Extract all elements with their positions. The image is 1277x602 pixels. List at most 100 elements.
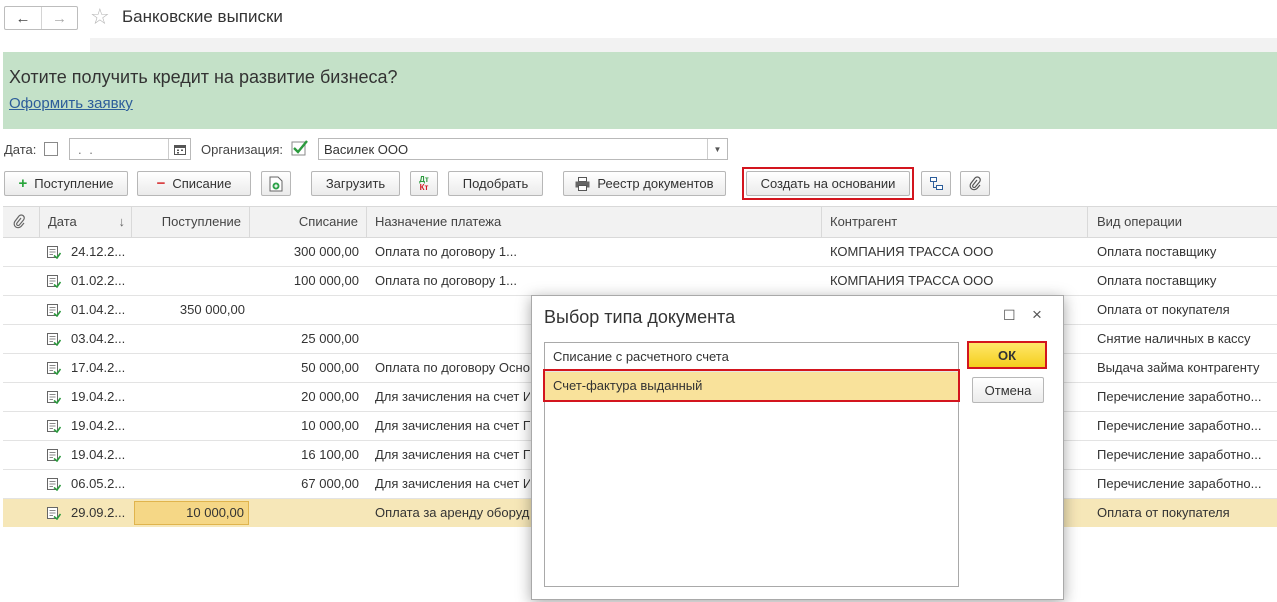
column-receipt[interactable]: Поступление — [132, 206, 250, 238]
plus-icon: + — [18, 175, 28, 192]
organization-value: Василек ООО — [324, 142, 409, 157]
cell-purpose[interactable]: Для зачисления на счет И — [375, 470, 530, 498]
table-row[interactable]: 01.02.2... 100 000,00 Оплата по договору 1… — [3, 267, 1277, 296]
cell-date[interactable]: 24.12.2... — [71, 238, 133, 266]
cell-purpose[interactable] — [375, 296, 530, 324]
table-row[interactable]: 24.12.2... 300 000,00 Оплата по договору 1… — [3, 238, 1277, 267]
back-arrow-icon[interactable]: ← — [5, 7, 41, 29]
cell-operation[interactable]: Оплата поставщику — [1097, 238, 1275, 266]
selected-item-highlight — [543, 369, 960, 402]
kt-text: Кт — [419, 182, 429, 192]
select-button[interactable]: Подобрать — [448, 171, 543, 196]
copy-document-icon — [269, 176, 283, 191]
cell-date[interactable]: 17.04.2... — [71, 354, 133, 382]
cell-receipt[interactable] — [134, 470, 245, 498]
receipt-button[interactable]: + Поступление — [4, 171, 128, 196]
cell-counterparty[interactable]: КОМПАНИЯ ТРАССА ООО — [830, 267, 1085, 295]
cell-operation[interactable]: Перечисление заработно... — [1097, 470, 1275, 498]
writeoff-button[interactable]: − Списание — [137, 171, 251, 196]
column-date[interactable]: Дата ↓ — [40, 206, 132, 238]
cell-writeoff[interactable]: 100 000,00 — [252, 267, 359, 295]
cell-purpose[interactable] — [375, 325, 530, 353]
column-purpose[interactable]: Назначение платежа — [367, 206, 822, 238]
cell-date[interactable]: 19.04.2... — [71, 441, 133, 469]
cell-date[interactable]: 01.02.2... — [71, 267, 133, 295]
cell-operation[interactable]: Снятие наличных в кассу — [1097, 325, 1275, 353]
cell-receipt[interactable] — [134, 325, 245, 353]
apply-link[interactable]: Оформить заявку — [9, 95, 133, 112]
document-posted-icon — [47, 362, 62, 376]
cell-receipt[interactable] — [134, 267, 245, 295]
column-operation[interactable]: Вид операции — [1088, 206, 1277, 238]
column-writeoff[interactable]: Списание — [250, 206, 367, 238]
create-based-on-label: Создать на основании — [760, 176, 896, 191]
cell-writeoff[interactable]: 300 000,00 — [252, 238, 359, 266]
cell-operation[interactable]: Перечисление заработно... — [1097, 383, 1275, 411]
cell-operation[interactable]: Оплата поставщику — [1097, 267, 1275, 295]
documents-registry-button[interactable]: Реестр документов — [563, 171, 726, 196]
attachments-button[interactable] — [960, 171, 990, 196]
cell-writeoff[interactable]: 67 000,00 — [252, 470, 359, 498]
cell-receipt[interactable]: 350 000,00 — [134, 296, 245, 324]
cell-purpose[interactable]: Для зачисления на счет П — [375, 441, 530, 469]
cell-operation[interactable]: Оплата от покупателя — [1097, 296, 1275, 324]
column-attachments[interactable] — [3, 206, 40, 238]
organization-checkbox-checked-icon[interactable] — [291, 139, 309, 157]
cell-receipt[interactable] — [134, 383, 245, 411]
copy-document-button[interactable] — [261, 171, 291, 196]
cell-writeoff[interactable]: 25 000,00 — [252, 325, 359, 353]
cell-writeoff[interactable]: 20 000,00 — [252, 383, 359, 411]
cell-operation[interactable]: Перечисление заработно... — [1097, 412, 1275, 440]
document-posted-icon — [47, 246, 62, 260]
document-posted-icon — [47, 507, 62, 521]
list-item[interactable]: Списание с расчетного счета — [545, 343, 958, 372]
writeoff-button-label: Списание — [172, 176, 232, 191]
date-checkbox[interactable] — [44, 142, 58, 156]
cell-date[interactable]: 03.04.2... — [71, 325, 133, 353]
cell-receipt[interactable]: 10 000,00 — [134, 501, 249, 525]
date-field[interactable]: . . — [69, 138, 191, 160]
cell-receipt[interactable] — [134, 238, 245, 266]
create-based-on-button[interactable]: Создать на основании — [746, 171, 910, 196]
cell-operation[interactable]: Оплата от покупателя — [1097, 499, 1275, 527]
cell-date[interactable]: 06.05.2... — [71, 470, 133, 498]
cell-date[interactable]: 01.04.2... — [71, 296, 133, 324]
cell-date[interactable]: 19.04.2... — [71, 412, 133, 440]
cell-receipt[interactable] — [134, 354, 245, 382]
cancel-button[interactable]: Отмена — [972, 377, 1044, 403]
cell-writeoff[interactable]: 50 000,00 — [252, 354, 359, 382]
cell-operation[interactable]: Перечисление заработно... — [1097, 441, 1275, 469]
navigation-buttons: ← → — [4, 6, 78, 30]
cell-operation[interactable]: Выдача займа контрагенту — [1097, 354, 1275, 382]
cell-date[interactable]: 19.04.2... — [71, 383, 133, 411]
cell-receipt[interactable] — [134, 441, 245, 469]
cell-counterparty[interactable]: КОМПАНИЯ ТРАССА ООО — [830, 238, 1085, 266]
calendar-icon[interactable] — [168, 139, 190, 159]
cell-writeoff[interactable]: 10 000,00 — [252, 412, 359, 440]
cell-purpose[interactable]: Для зачисления на счет И — [375, 383, 530, 411]
close-icon[interactable]: × — [1032, 306, 1042, 323]
dt-kt-button[interactable]: Дт Кт — [410, 171, 438, 196]
document-posted-icon — [47, 333, 62, 347]
cell-writeoff[interactable] — [252, 296, 359, 324]
page-title: Банковские выписки — [122, 7, 283, 26]
chevron-down-icon[interactable]: ▼ — [707, 139, 727, 159]
structure-button[interactable] — [921, 171, 951, 196]
maximize-icon[interactable]: ☐ — [1003, 308, 1017, 322]
cell-date[interactable]: 29.09.2... — [71, 499, 133, 527]
cell-purpose[interactable]: Оплата по договору Осно — [375, 354, 530, 382]
favorite-star-icon[interactable]: ☆ — [90, 5, 110, 29]
cell-writeoff[interactable]: 16 100,00 — [252, 441, 359, 469]
load-button[interactable]: Загрузить — [311, 171, 400, 196]
cell-purpose[interactable]: Оплата за аренду оборуд — [375, 499, 530, 527]
cell-receipt[interactable] — [134, 412, 245, 440]
ok-button[interactable]: ОК — [967, 341, 1047, 369]
organization-select[interactable]: Василек ООО ▼ — [318, 138, 728, 160]
paperclip-icon — [969, 176, 981, 191]
forward-arrow-icon[interactable]: → — [41, 7, 77, 29]
cell-purpose[interactable]: Оплата по договору 1... — [375, 238, 530, 266]
cell-writeoff[interactable] — [252, 499, 359, 527]
cell-purpose[interactable]: Оплата по договору 1... — [375, 267, 530, 295]
cell-purpose[interactable]: Для зачисления на счет П — [375, 412, 530, 440]
column-counterparty[interactable]: Контрагент — [822, 206, 1088, 238]
